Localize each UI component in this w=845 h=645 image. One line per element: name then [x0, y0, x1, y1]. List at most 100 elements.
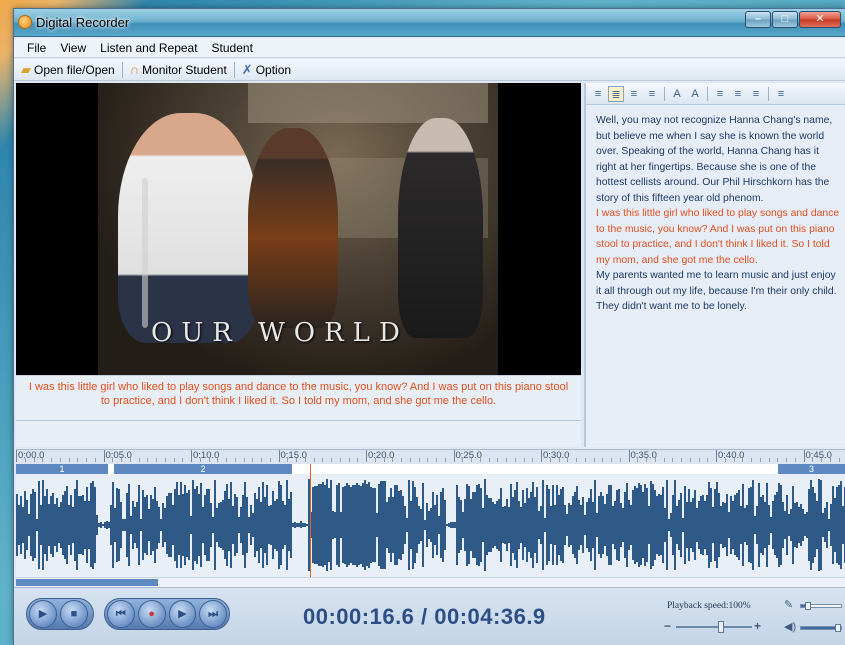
timeline-minor-tick — [164, 458, 166, 462]
timeline-minor-tick — [611, 458, 612, 462]
speaker-icon: ◀) — [784, 621, 797, 633]
volume-fill — [801, 627, 839, 629]
font-shrink-icon[interactable]: A — [687, 86, 703, 102]
segment-1[interactable]: 1 — [16, 464, 108, 474]
audio-waveform[interactable] — [16, 474, 845, 577]
menu-bar: File View Listen and Repeat Student — [14, 38, 845, 58]
rewind-to-start-icon[interactable]: ⏮ — [107, 600, 135, 628]
timeline-minor-tick — [409, 458, 411, 462]
menu-view[interactable]: View — [53, 41, 93, 55]
mic-level-slider[interactable] — [800, 602, 842, 610]
timeline-major-tick — [16, 450, 17, 462]
timeline-minor-tick — [287, 458, 289, 462]
segment-3[interactable]: 3 — [778, 464, 845, 474]
maximize-button[interactable]: □ — [772, 11, 798, 28]
timeline-minor-tick — [374, 458, 376, 462]
mic-level-thumb[interactable] — [804, 602, 811, 610]
timeline-minor-tick — [436, 458, 437, 462]
menu-file[interactable]: File — [20, 41, 53, 55]
timeline-minor-tick — [252, 458, 254, 462]
timeline-minor-tick — [576, 458, 577, 462]
toolbar-separator — [121, 61, 123, 78]
waveform-scrollbar[interactable] — [16, 577, 845, 587]
align-right-icon[interactable]: ≡ — [644, 86, 660, 102]
option-label: Option — [255, 62, 292, 77]
playhead-cursor[interactable] — [310, 464, 311, 582]
timeline-minor-tick — [506, 458, 507, 462]
segment-bar: 1 2 3 — [16, 464, 845, 474]
timeline-minor-tick — [331, 458, 332, 462]
timeline-minor-tick — [348, 458, 350, 462]
timeline-major-tick — [803, 450, 805, 462]
timeline-tick-label: 0:10.0 — [193, 450, 220, 461]
timeline-minor-tick — [59, 458, 61, 462]
timeline-major-tick — [541, 450, 542, 462]
volume-thumb[interactable] — [835, 624, 842, 632]
timeline-minor-tick — [392, 458, 394, 462]
playback-speed-slider[interactable]: − + — [664, 619, 764, 633]
transcript-paragraph: My parents wanted me to learn music and … — [596, 270, 837, 312]
speed-increase-icon[interactable]: + — [754, 619, 761, 633]
monitor-student-button[interactable]: ∩ Monitor Student — [127, 62, 230, 77]
indent-increase-icon[interactable]: ≡ — [730, 86, 746, 102]
timeline-tick-label: 0:45.0 — [805, 450, 832, 461]
skip-to-end-icon[interactable]: ⏭ — [199, 600, 227, 628]
segment-2[interactable]: 2 — [114, 464, 292, 474]
open-file-button[interactable]: ▰ Open file/Open — [18, 62, 118, 78]
align-center-icon[interactable]: ≡ — [626, 86, 642, 102]
timeline-major-tick — [191, 450, 192, 462]
timeline-minor-tick — [121, 458, 122, 462]
play-recording-icon[interactable]: ▶ — [168, 600, 197, 628]
timeline-minor-tick — [418, 458, 420, 462]
line-spacing-icon[interactable]: ≡ — [712, 86, 728, 102]
paragraph-spacing-icon[interactable]: ≡ — [773, 86, 789, 102]
timeline-minor-tick — [619, 458, 621, 462]
timeline-minor-tick — [829, 458, 831, 462]
option-button[interactable]: ✗ Option — [239, 62, 294, 78]
playback-speed-label: Playback speed:100% — [667, 601, 751, 611]
timeline-minor-tick — [532, 458, 534, 462]
align-left-icon[interactable]: ≡ — [590, 86, 606, 102]
transcript-panel: ≡ ≣ ≡ ≡ A A ≡ ≡ ≡ ≡ Well, you may not re… — [584, 83, 845, 447]
speed-decrease-icon[interactable]: − — [664, 619, 671, 633]
segment-gap — [292, 464, 778, 474]
video-player[interactable]: OUR WORLD — [16, 83, 581, 375]
timeline-minor-tick — [759, 458, 761, 462]
timeline-minor-tick — [786, 458, 787, 462]
timeline-minor-tick — [217, 458, 219, 462]
transcript-text[interactable]: Well, you may not recognize Hanna Chang'… — [596, 113, 842, 315]
timeline-minor-tick — [838, 458, 840, 462]
timeline-minor-tick — [24, 458, 26, 462]
stop-icon[interactable]: ■ — [60, 600, 88, 628]
menu-listen-and-repeat[interactable]: Listen and Repeat — [93, 41, 204, 55]
timeline-tick-label: 0:20.0 — [368, 450, 395, 461]
format-separator — [707, 86, 708, 101]
timeline-minor-tick — [768, 458, 770, 462]
timeline-minor-tick — [33, 458, 35, 462]
record-icon[interactable]: ● — [137, 600, 166, 628]
font-grow-icon[interactable]: A — [669, 86, 685, 102]
indent-decrease-icon[interactable]: ≡ — [748, 86, 764, 102]
headphones-icon: ∩ — [129, 62, 140, 77]
waveform-scroll-thumb[interactable] — [16, 579, 158, 586]
timeline-minor-tick — [182, 458, 184, 462]
timeline-minor-tick — [112, 458, 114, 462]
timeline-minor-tick — [479, 458, 481, 462]
close-button[interactable]: ✕ — [799, 11, 841, 28]
speed-thumb[interactable] — [718, 621, 724, 633]
format-separator — [664, 86, 665, 101]
align-justify-icon[interactable]: ≣ — [608, 85, 624, 102]
menu-student[interactable]: Student — [205, 41, 260, 55]
format-separator — [768, 86, 769, 101]
volume-slider[interactable] — [800, 624, 842, 632]
timeline-minor-tick — [777, 458, 779, 462]
timeline-minor-tick — [681, 458, 682, 462]
timeline-minor-tick — [383, 458, 385, 462]
video-teacher-shape — [398, 118, 483, 338]
timeline-minor-tick — [514, 458, 516, 462]
timeline-tick-label: 0:25.0 — [455, 450, 482, 461]
minimize-button[interactable]: – — [745, 11, 771, 28]
play-icon[interactable]: ▶ — [29, 600, 57, 628]
title-bar[interactable]: Digital Recorder – □ ✕ — [14, 9, 845, 37]
current-subtitle: I was this little girl who liked to play… — [28, 381, 569, 407]
